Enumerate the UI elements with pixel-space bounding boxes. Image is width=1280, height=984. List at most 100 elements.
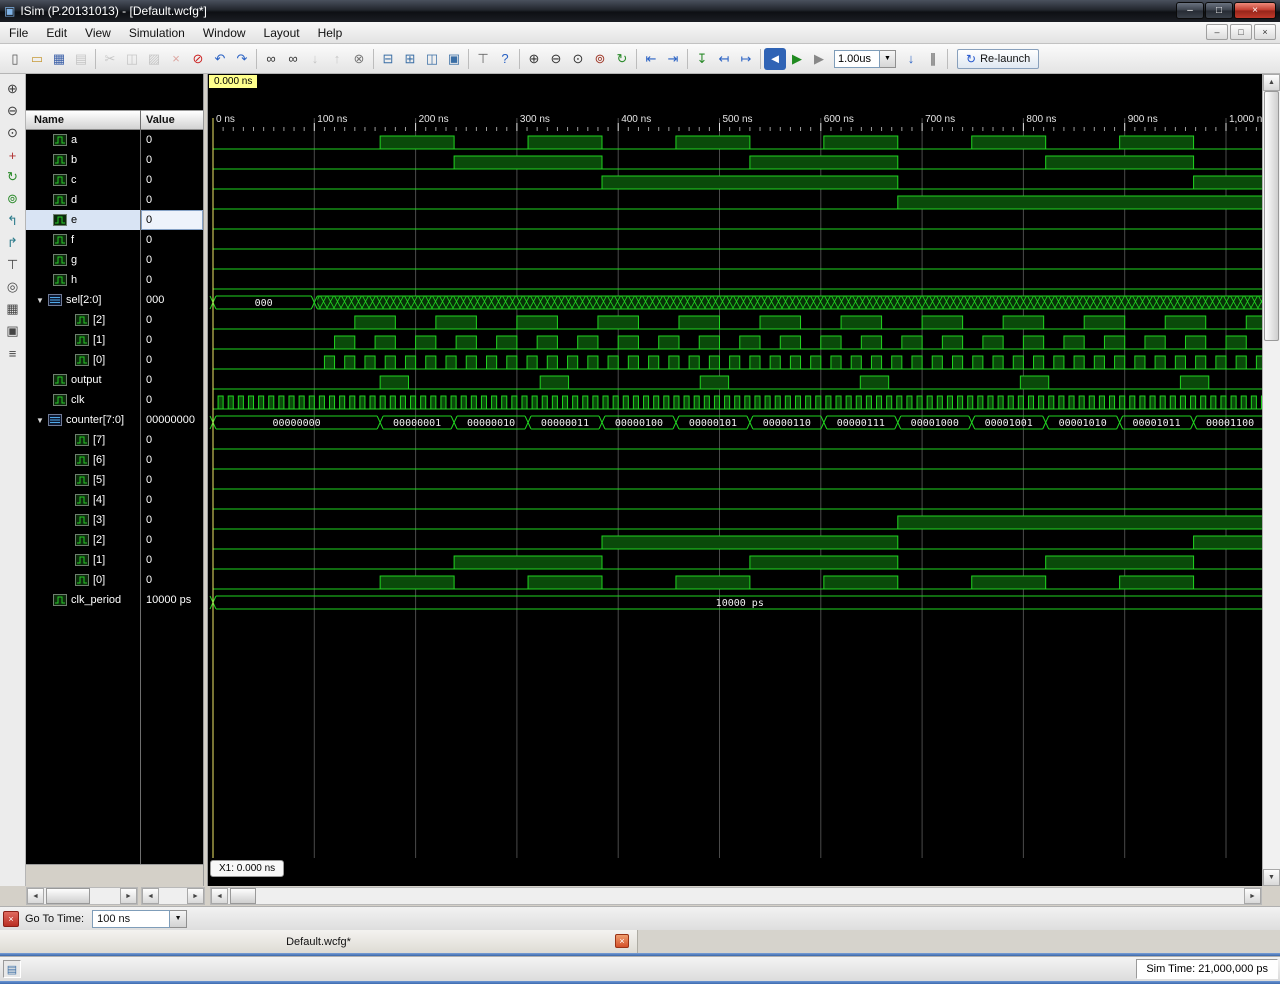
wave-clk_period[interactable]: 10000 ps bbox=[210, 596, 1262, 609]
relaunch-button[interactable]: ↻Re-launch bbox=[957, 49, 1039, 69]
wave-zoom-out-tool-icon[interactable]: ⊖ bbox=[3, 101, 23, 121]
reload-icon[interactable]: ↻ bbox=[611, 48, 633, 70]
signal-row-e[interactable]: e0 bbox=[26, 210, 203, 230]
zoom-to-full-view-icon[interactable]: ⊚ bbox=[589, 48, 611, 70]
run-time-dropdown-icon[interactable]: ▼ bbox=[880, 50, 896, 68]
vertical-scroll-thumb[interactable] bbox=[1264, 91, 1279, 341]
signal-row-counter_2[interactable]: [2]0 bbox=[26, 530, 203, 550]
tile-vertically-icon[interactable]: ⊞ bbox=[399, 48, 421, 70]
tab-close-button[interactable]: × bbox=[615, 934, 629, 948]
goto-time-dropdown-icon[interactable]: ▼ bbox=[170, 910, 187, 928]
name-column-scrollbar[interactable]: ◄ ► bbox=[26, 887, 138, 905]
signal-row-sel_0[interactable]: [0]0 bbox=[26, 350, 203, 370]
mdi-close-button[interactable]: × bbox=[1254, 24, 1276, 40]
wave-output[interactable] bbox=[213, 376, 1262, 389]
tab-default-wcfg[interactable]: Default.wcfg* × bbox=[0, 930, 638, 953]
mdi-restore-button[interactable]: □ bbox=[1230, 24, 1252, 40]
new-waveform-icon[interactable]: ▯ bbox=[4, 48, 26, 70]
measure-tool-icon[interactable]: ⊤ bbox=[3, 255, 23, 275]
wave-counter_2[interactable] bbox=[213, 536, 1262, 549]
find-in-files-icon[interactable]: ∞ bbox=[282, 48, 304, 70]
signal-row-c[interactable]: c0 bbox=[26, 170, 203, 190]
collapse-arrow-icon[interactable]: ▼ bbox=[32, 296, 48, 305]
memory-tool-icon[interactable]: ▣ bbox=[3, 321, 23, 341]
wave-d[interactable] bbox=[213, 196, 1262, 209]
next-edge-tool-icon[interactable]: ↱ bbox=[3, 233, 23, 253]
scroll-right-icon[interactable]: ► bbox=[1244, 888, 1261, 904]
menu-layout[interactable]: Layout bbox=[255, 23, 309, 43]
maximize-button[interactable]: □ bbox=[1205, 2, 1233, 19]
signal-row-clk[interactable]: clk0 bbox=[26, 390, 203, 410]
restart-icon[interactable]: ◄ bbox=[764, 48, 786, 70]
wave-b[interactable] bbox=[213, 156, 1262, 169]
wave-run-tool-icon[interactable]: ⊚ bbox=[3, 189, 23, 209]
toolbox-icon[interactable]: ⊤ bbox=[472, 48, 494, 70]
waveform-scrollbar[interactable]: ◄ ► bbox=[210, 887, 1262, 905]
wave-c[interactable] bbox=[213, 176, 1262, 189]
waveform-area[interactable]: 0 ns100 ns200 ns300 ns400 ns500 ns600 ns… bbox=[208, 74, 1262, 886]
wave-counter[interactable]: 0000000000000001000000100000001100000100… bbox=[210, 416, 1262, 429]
whats-this-icon[interactable]: ? bbox=[494, 48, 516, 70]
break-icon[interactable]: ∥ bbox=[922, 48, 944, 70]
stop-sign-icon[interactable]: ⊘ bbox=[187, 48, 209, 70]
previous-transition-icon[interactable]: ↤ bbox=[713, 48, 735, 70]
time-ruler[interactable]: 0 ns100 ns200 ns300 ns400 ns500 ns600 ns… bbox=[213, 114, 1262, 131]
signal-row-output[interactable]: output0 bbox=[26, 370, 203, 390]
add-marker-icon[interactable]: ↧ bbox=[691, 48, 713, 70]
wave-zoom-in-tool-icon[interactable]: ⊕ bbox=[3, 79, 23, 99]
menu-window[interactable]: Window bbox=[194, 23, 255, 43]
float-window-icon[interactable]: ▣ bbox=[443, 48, 465, 70]
wave-sel_2[interactable] bbox=[213, 316, 1262, 329]
crosshair-tool-icon[interactable]: ◎ bbox=[3, 277, 23, 297]
menu-view[interactable]: View bbox=[76, 23, 120, 43]
scroll-right-icon[interactable]: ► bbox=[120, 888, 137, 904]
value-column-scrollbar[interactable]: ◄ ► bbox=[141, 887, 205, 905]
signal-row-counter_7[interactable]: [7]0 bbox=[26, 430, 203, 450]
menu-file[interactable]: File bbox=[0, 23, 37, 43]
run-all-icon[interactable]: ▶ bbox=[786, 48, 808, 70]
scroll-left-icon[interactable]: ◄ bbox=[211, 888, 228, 904]
signal-row-counter_1[interactable]: [1]0 bbox=[26, 550, 203, 570]
waveform-canvas[interactable]: 0 ns100 ns200 ns300 ns400 ns500 ns600 ns… bbox=[208, 74, 1262, 886]
signal-row-d[interactable]: d0 bbox=[26, 190, 203, 210]
value-column-header[interactable]: Value bbox=[146, 114, 175, 126]
signal-row-counter_4[interactable]: [4]0 bbox=[26, 490, 203, 510]
signal-row-sel_2[interactable]: [2]0 bbox=[26, 310, 203, 330]
run-for-time-icon[interactable]: ▶ bbox=[808, 48, 830, 70]
name-column-header[interactable]: Name bbox=[34, 114, 64, 126]
vertical-scrollbar[interactable]: ▲ ▼ bbox=[1262, 74, 1280, 886]
wave-counter_1[interactable] bbox=[213, 556, 1262, 569]
menu-simulation[interactable]: Simulation bbox=[120, 23, 194, 43]
signal-row-sel[interactable]: ▼sel[2:0]000 bbox=[26, 290, 203, 310]
goto-time-input[interactable]: 100 ns bbox=[92, 910, 170, 928]
save-icon[interactable]: ▦ bbox=[48, 48, 70, 70]
open-icon[interactable]: ▭ bbox=[26, 48, 48, 70]
scroll-left-icon[interactable]: ◄ bbox=[142, 888, 159, 904]
minimize-button[interactable]: – bbox=[1176, 2, 1204, 19]
step-icon[interactable]: ↓ bbox=[900, 48, 922, 70]
signal-row-counter_0[interactable]: [0]0 bbox=[26, 570, 203, 590]
prev-edge-tool-icon[interactable]: ↰ bbox=[3, 211, 23, 231]
wave-sel_0[interactable] bbox=[213, 356, 1262, 369]
mdi-minimize-button[interactable]: – bbox=[1206, 24, 1228, 40]
signal-row-f[interactable]: f0 bbox=[26, 230, 203, 250]
status-console-icon[interactable]: ▤ bbox=[3, 960, 21, 978]
wave-counter_0[interactable] bbox=[213, 576, 1262, 589]
signal-row-a[interactable]: a0 bbox=[26, 130, 203, 150]
wave-a[interactable] bbox=[213, 136, 1262, 149]
scroll-right-icon[interactable]: ► bbox=[187, 888, 204, 904]
signal-row-clk_period[interactable]: clk_period10000 ps bbox=[26, 590, 203, 610]
tile-horizontally-icon[interactable]: ⊟ bbox=[377, 48, 399, 70]
signal-row-b[interactable]: b0 bbox=[26, 150, 203, 170]
wave-marker-tool-icon[interactable]: + bbox=[3, 145, 23, 165]
cascade-windows-icon[interactable]: ◫ bbox=[421, 48, 443, 70]
collapse-arrow-icon[interactable]: ▼ bbox=[32, 416, 48, 425]
menu-edit[interactable]: Edit bbox=[37, 23, 76, 43]
scroll-up-button[interactable]: ▲ bbox=[1263, 74, 1280, 91]
zoom-out-icon[interactable]: ⊖ bbox=[545, 48, 567, 70]
zoom-in-icon[interactable]: ⊕ bbox=[523, 48, 545, 70]
go-to-latest-time-icon[interactable]: ⇥ bbox=[662, 48, 684, 70]
signal-row-h[interactable]: h0 bbox=[26, 270, 203, 290]
find-icon[interactable]: ∞ bbox=[260, 48, 282, 70]
scroll-left-icon[interactable]: ◄ bbox=[27, 888, 44, 904]
